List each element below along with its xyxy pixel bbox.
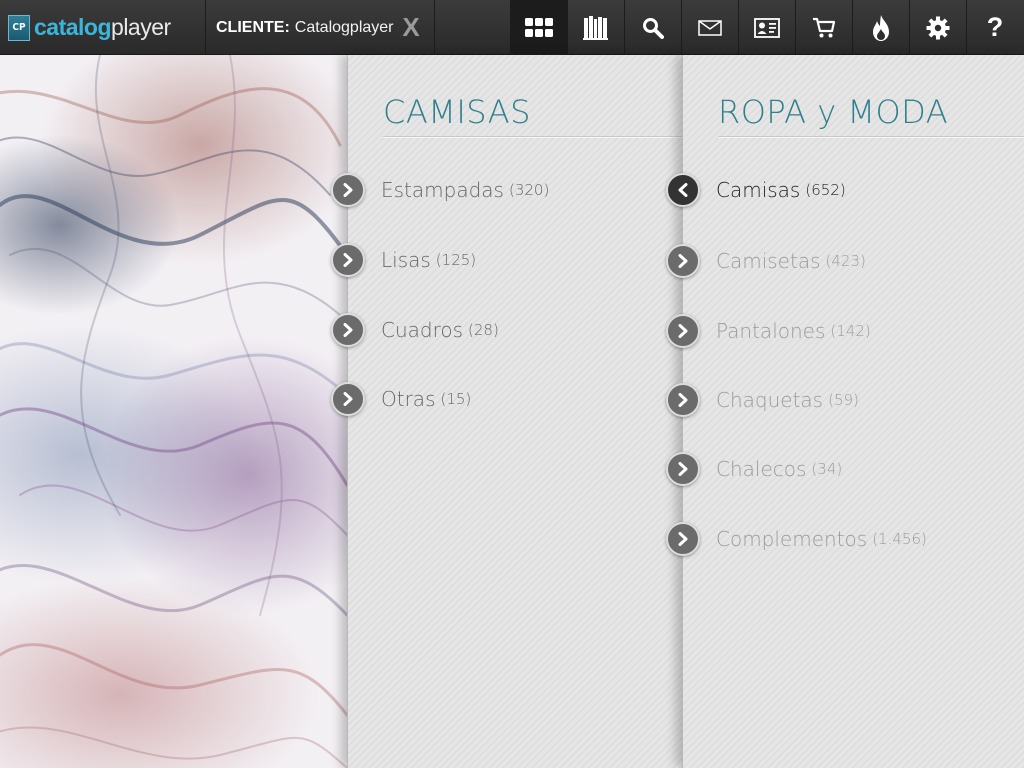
chevron-right-icon	[666, 383, 700, 417]
help-icon: ?	[986, 12, 1004, 42]
item-label: Camisas	[716, 178, 801, 202]
item-count: (423)	[825, 252, 866, 270]
title-divider	[383, 136, 682, 137]
title-divider	[718, 136, 1024, 137]
chevron-right-icon	[666, 452, 700, 486]
client-indicator: CLIENTE: Catalogplayer X	[207, 0, 435, 55]
cart-icon	[813, 17, 836, 37]
search-icon	[643, 17, 664, 39]
fire-icon	[873, 14, 889, 41]
item-label: Otras	[381, 387, 436, 411]
item-count: (34)	[811, 460, 843, 478]
item-label: Camisetas	[716, 249, 821, 273]
logo-text-catalog: catalog	[34, 14, 112, 40]
list-item[interactable]: Complementos (1.456)	[666, 521, 927, 557]
contacts-button[interactable]	[738, 0, 795, 55]
highlights-button[interactable]	[852, 0, 909, 55]
grid-view-button[interactable]	[510, 0, 567, 55]
subcategory-column-title: CAMISAS	[383, 93, 531, 131]
item-label: Lisas	[381, 248, 431, 272]
cart-button[interactable]	[795, 0, 852, 55]
item-label: Estampadas	[381, 178, 504, 202]
item-label: Complementos	[716, 527, 868, 551]
chevron-right-icon	[666, 314, 700, 348]
mail-icon	[698, 19, 722, 36]
settings-icon	[926, 16, 950, 39]
list-item[interactable]: Pantalones (142)	[666, 313, 871, 349]
toolbar: ?	[510, 0, 1023, 55]
settings-button[interactable]	[909, 0, 966, 55]
list-item[interactable]: Lisas (125)	[331, 242, 476, 278]
list-item[interactable]: Cuadros (28)	[331, 312, 499, 348]
item-count: (652)	[805, 181, 846, 199]
chevron-right-icon	[666, 522, 700, 556]
chevron-right-icon	[331, 313, 365, 347]
item-label: Chaquetas	[716, 388, 824, 412]
help-button[interactable]: ?	[966, 0, 1023, 55]
category-column-title: ROPA y MODA	[718, 93, 949, 131]
list-item[interactable]: Chaquetas (59)	[666, 382, 859, 418]
list-item[interactable]: Estampadas (320)	[331, 172, 549, 208]
item-label: Cuadros	[381, 318, 464, 342]
subcategory-column: CAMISAS Estampadas (320) Lisas (125) Cua…	[331, 55, 682, 768]
app-logo[interactable]: CP catalog player	[0, 0, 206, 55]
client-label: CLIENTE:	[216, 18, 290, 36]
list-item-selected[interactable]: Camisas (652)	[666, 172, 846, 208]
category-column: ROPA y MODA Camisas (652) Camisetas (423…	[666, 55, 1024, 768]
mail-button[interactable]	[681, 0, 738, 55]
smoke-swirls	[0, 55, 347, 768]
item-count: (142)	[830, 322, 871, 340]
chevron-left-icon	[666, 173, 700, 207]
list-item[interactable]: Chalecos (34)	[666, 451, 842, 487]
logo-badge: CP	[8, 14, 30, 41]
chevron-right-icon	[331, 243, 365, 277]
catalogs-icon	[583, 15, 608, 40]
item-count: (15)	[440, 390, 472, 408]
item-count: (320)	[508, 181, 550, 199]
item-count: (59)	[828, 391, 859, 409]
top-bar: CP catalog player CLIENTE: Catalogplayer …	[0, 0, 1024, 55]
close-client-icon[interactable]: X	[400, 14, 422, 40]
search-button[interactable]	[624, 0, 681, 55]
catalogs-button[interactable]	[567, 0, 624, 55]
client-name: Catalogplayer	[294, 18, 394, 36]
chevron-right-icon	[331, 382, 365, 416]
contact-card-icon	[754, 17, 780, 38]
item-label: Pantalones	[716, 319, 826, 343]
item-count: (1.456)	[872, 530, 927, 548]
item-label: Chalecos	[716, 457, 807, 481]
item-count: (28)	[468, 321, 499, 339]
chevron-right-icon	[666, 244, 700, 278]
grid-icon	[525, 17, 553, 37]
item-count: (125)	[435, 251, 477, 269]
list-item[interactable]: Otras (15)	[331, 381, 471, 417]
logo-text-player: player	[111, 14, 171, 40]
decorative-smoke-image	[0, 55, 347, 768]
chevron-right-icon	[331, 173, 365, 207]
list-item[interactable]: Camisetas (423)	[666, 243, 866, 279]
